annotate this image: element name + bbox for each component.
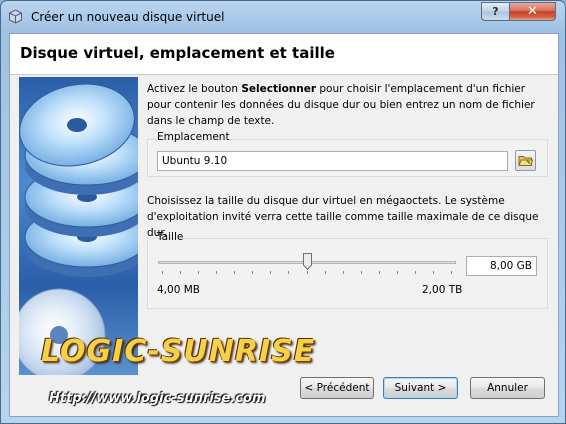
slider-tick xyxy=(162,271,163,274)
slider-tick xyxy=(288,271,289,274)
size-max-label: 2,00 TB xyxy=(422,284,463,296)
help-button[interactable]: ? xyxy=(481,2,510,21)
size-slider[interactable] xyxy=(158,253,456,275)
slider-tick xyxy=(325,271,326,274)
slider-tick xyxy=(307,271,308,274)
slider-tick xyxy=(216,271,217,274)
location-description: Activez le bouton Selectionner pour choi… xyxy=(147,81,549,129)
watermark-logo: LOGIC-SUNRISE xyxy=(41,334,316,369)
next-button[interactable]: Suivant > xyxy=(383,377,458,399)
slider-tick xyxy=(433,271,434,274)
slider-tick xyxy=(397,271,398,274)
close-button[interactable]: ✕ xyxy=(509,2,556,21)
page-header: Disque virtuel, emplacement et taille xyxy=(10,34,558,75)
slider-tick xyxy=(234,271,235,274)
select-folder-button[interactable] xyxy=(515,150,536,171)
slider-tick xyxy=(343,271,344,274)
cancel-button[interactable]: Annuler xyxy=(470,377,545,399)
disk-stack-icon xyxy=(19,83,138,375)
slider-tick xyxy=(451,271,452,274)
window-title: Créer un nouveau disque virtuel xyxy=(31,10,225,24)
slider-tick xyxy=(415,271,416,274)
previous-button[interactable]: < Précédent xyxy=(300,377,374,399)
dialog-window: Créer un nouveau disque virtuel ? ✕ Disq… xyxy=(0,0,566,424)
description-text: Activez le bouton xyxy=(147,83,242,95)
size-description: Choisissez la taille du disque dur virtu… xyxy=(147,195,539,239)
size-min-label: 4,00 MB xyxy=(157,284,200,296)
folder-icon xyxy=(518,156,533,166)
slider-ticks xyxy=(158,271,456,275)
location-label: Emplacement xyxy=(157,131,230,143)
title-bar[interactable]: Créer un nouveau disque virtuel ? ✕ xyxy=(1,1,565,33)
slider-thumb[interactable] xyxy=(303,253,312,271)
slider-tick xyxy=(252,271,253,274)
virtualbox-icon xyxy=(9,9,22,24)
slider-tick xyxy=(198,271,199,274)
slider-tick xyxy=(270,271,271,274)
description-bold: Selectionner xyxy=(241,83,317,95)
size-input[interactable]: 8,00 GB xyxy=(466,256,537,276)
close-icon: ✕ xyxy=(527,4,538,19)
watermark-url: Http://www.logic-sunrise.com xyxy=(49,391,266,406)
disk-stack-image xyxy=(19,77,138,375)
size-label: Taille xyxy=(157,231,184,243)
location-input[interactable]: Ubuntu 9.10 xyxy=(157,151,508,171)
slider-tick xyxy=(379,271,380,274)
slider-tick xyxy=(180,271,181,274)
page-title: Disque virtuel, emplacement et taille xyxy=(20,44,335,62)
slider-tick xyxy=(361,271,362,274)
